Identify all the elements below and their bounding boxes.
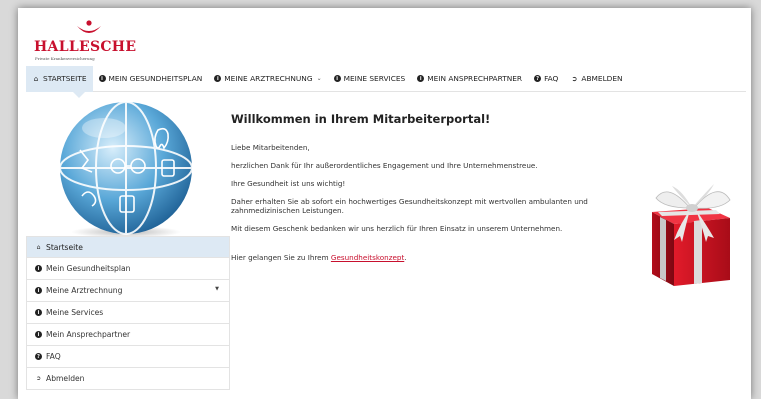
topnav-label: MEINE ARZTRECHNUNG	[224, 74, 313, 83]
info-icon: i	[214, 75, 222, 82]
sidebar-item-label: Mein Ansprechpartner	[46, 330, 131, 339]
chevron-down-icon: ⌄	[316, 75, 322, 82]
logout-icon: ➲	[35, 375, 42, 382]
gift-text: Mit diesem Geschenk bedanken wir uns her…	[231, 224, 563, 233]
health-globe-illustration	[59, 101, 193, 238]
sidebar-item-label: Meine Services	[46, 308, 104, 317]
sidebar-item-abmelden[interactable]: ➲ Abmelden	[26, 368, 230, 390]
logo-tagline: Private Krankenversicherung	[35, 56, 95, 61]
health-text: Ihre Gesundheit ist uns wichtig!	[231, 179, 346, 188]
info-icon: i	[35, 331, 42, 338]
sidebar-item-startseite[interactable]: ⌂ Startseite	[26, 236, 230, 258]
sidebar-item-label: Startseite	[46, 242, 83, 252]
topnav-label: ABMELDEN	[581, 74, 623, 83]
home-icon: ⌂	[33, 74, 39, 83]
sidebar-menu: ⌂ Startseite i Mein Gesundheitsplan i Me…	[26, 236, 230, 390]
gift-box-illustration	[652, 184, 731, 286]
sidebar-item-label: FAQ	[46, 352, 61, 361]
logo-text: HALLESCHE	[34, 39, 137, 55]
logout-icon: ➲	[571, 74, 578, 83]
topnav-startseite[interactable]: ⌂ STARTSEITE	[26, 65, 93, 92]
link-prefix: Hier gelangen Sie zu Ihrem	[231, 253, 331, 262]
sidebar-item-ansprechpartner[interactable]: i Mein Ansprechpartner	[26, 324, 230, 346]
sidebar-item-label: Mein Gesundheitsplan	[46, 264, 131, 273]
page-title: Willkommen in Ihrem Mitarbeiterportal!	[231, 112, 491, 126]
sidebar-item-arztrechnung[interactable]: i Meine Arztrechnung ▼	[26, 280, 230, 302]
sidebar-item-gesundheitsplan[interactable]: i Mein Gesundheitsplan	[26, 258, 230, 280]
topnav-label: STARTSEITE	[43, 74, 87, 83]
topnav-faq[interactable]: ? FAQ	[528, 66, 564, 92]
topnav-abmelden[interactable]: ➲ ABMELDEN	[564, 66, 628, 92]
sidebar-item-services[interactable]: i Meine Services	[26, 302, 230, 324]
topnav-ansprechpartner[interactable]: i MEIN ANSPRECHPARTNER	[411, 66, 528, 92]
info-icon: i	[417, 75, 425, 82]
topnav-label: MEIN ANSPRECHPARTNER	[427, 74, 523, 83]
logo-mark-icon	[77, 20, 101, 33]
active-nav-pointer	[73, 92, 85, 98]
home-icon: ⌂	[36, 243, 41, 251]
portal-page: HALLESCHE Private Krankenversicherung ⌂ …	[18, 8, 751, 399]
question-icon: ?	[35, 353, 42, 360]
question-icon: ?	[534, 75, 542, 82]
sidebar-item-label: Meine Arztrechnung	[46, 286, 123, 295]
concept-link-line: Hier gelangen Sie zu Ihrem Gesundheitsko…	[231, 253, 631, 262]
info-icon: i	[35, 287, 42, 294]
main-content: Willkommen in Ihrem Mitarbeiterportal! L…	[231, 112, 631, 271]
info-icon: i	[35, 265, 42, 272]
topnav-label: MEIN GESUNDHEITSPLAN	[108, 74, 203, 83]
sidebar-item-label: Abmelden	[46, 374, 85, 383]
topnav-arztrechnung[interactable]: i MEINE ARZTRECHNUNG ⌄	[208, 66, 327, 92]
caret-down-icon: ▼	[215, 286, 219, 292]
topnav-services[interactable]: i MEINE SERVICES	[328, 66, 412, 92]
hallesche-logo[interactable]: HALLESCHE Private Krankenversicherung	[34, 20, 144, 64]
top-navigation: ⌂ STARTSEITE i MEIN GESUNDHEITSPLAN i ME…	[26, 65, 746, 92]
greeting-text: Liebe Mitarbeitenden,	[231, 143, 310, 152]
topnav-gesundheitsplan[interactable]: i MEIN GESUNDHEITSPLAN	[93, 66, 209, 92]
thanks-text: herzlichen Dank für Ihr außerordentliche…	[231, 161, 538, 170]
concept-text: Daher erhalten Sie ab sofort ein hochwer…	[231, 197, 588, 215]
topnav-label: MEINE SERVICES	[343, 74, 406, 83]
gesundheitskonzept-link[interactable]: Gesundheitskonzept	[331, 253, 404, 262]
link-suffix: .	[404, 253, 407, 262]
sidebar-item-faq[interactable]: ? FAQ	[26, 346, 230, 368]
info-icon: i	[333, 75, 341, 82]
info-icon: i	[98, 75, 106, 82]
info-icon: i	[35, 309, 42, 316]
topnav-label: FAQ	[544, 74, 559, 83]
